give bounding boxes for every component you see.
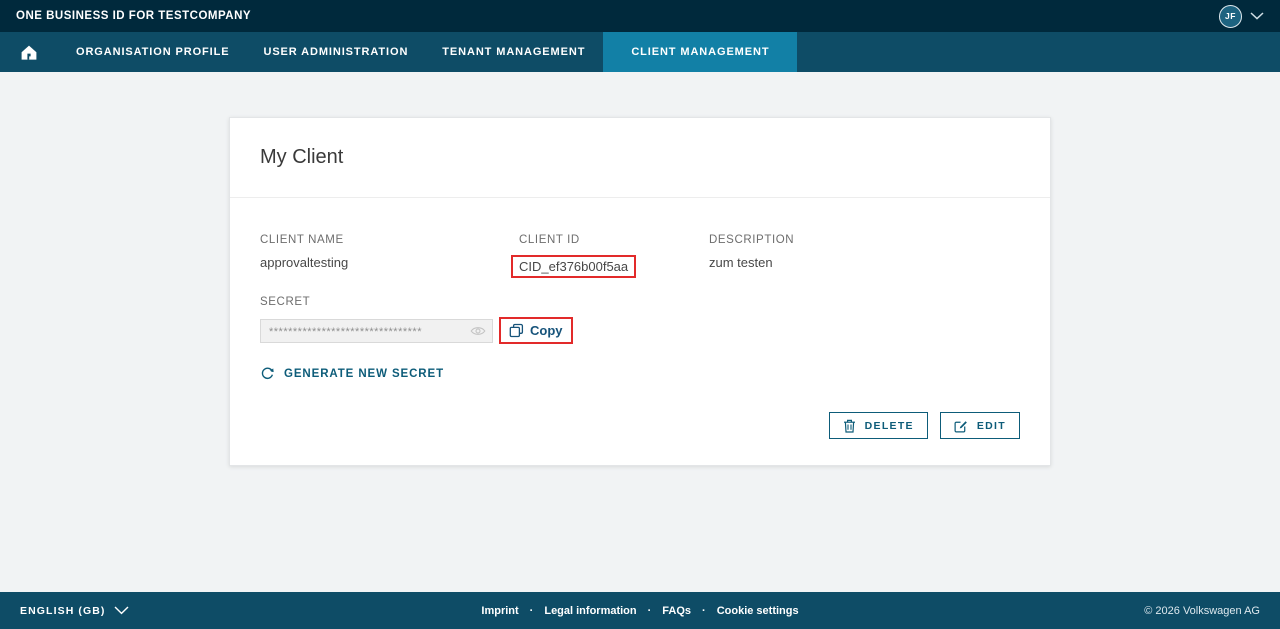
field-secret: SECRET: [260, 296, 1020, 344]
page-title: My Client: [260, 146, 343, 169]
field-client-id: CLIENT ID CID_ef376b00f5aa: [519, 234, 709, 278]
nav-item-client-management[interactable]: CLIENT MANAGEMENT: [603, 32, 797, 72]
delete-button-label: DELETE: [865, 420, 914, 432]
secret-input[interactable]: [260, 319, 493, 343]
refresh-icon: [260, 366, 275, 381]
edit-button[interactable]: EDIT: [940, 412, 1020, 439]
client-id-value: CID_ef376b00f5aa: [519, 259, 628, 274]
trash-icon: [843, 419, 856, 433]
chevron-down-icon: [114, 606, 129, 615]
edit-button-label: EDIT: [977, 420, 1006, 432]
language-label: ENGLISH (GB): [20, 605, 106, 617]
description-value: zum testen: [709, 255, 1020, 270]
footer: ENGLISH (GB) Imprint · Legal information…: [0, 592, 1280, 629]
eye-icon[interactable]: [470, 325, 486, 337]
card-header: My Client: [230, 118, 1050, 198]
footer-link-imprint[interactable]: Imprint: [481, 605, 518, 617]
field-client-name: CLIENT NAME approvaltesting: [260, 234, 519, 278]
chevron-down-icon[interactable]: [1250, 12, 1264, 20]
avatar-initials: JF: [1225, 11, 1236, 21]
footer-links: Imprint · Legal information · FAQs · Coo…: [481, 605, 798, 617]
footer-link-legal-information[interactable]: Legal information: [544, 605, 636, 617]
generate-new-secret-label: GENERATE NEW SECRET: [284, 368, 444, 380]
topbar: ONE BUSINESS ID FOR TESTCOMPANY JF: [0, 0, 1280, 32]
copy-button[interactable]: Copy: [504, 321, 568, 340]
separator: ·: [530, 605, 534, 617]
avatar[interactable]: JF: [1219, 5, 1242, 28]
language-selector[interactable]: ENGLISH (GB): [20, 605, 129, 617]
copy-icon: [509, 323, 524, 338]
separator: ·: [702, 605, 706, 617]
annotation-highlight-copy: Copy: [499, 317, 573, 344]
card-actions: DELETE EDIT: [260, 412, 1020, 439]
nav-item-organisation-profile[interactable]: ORGANISATION PROFILE: [60, 32, 245, 72]
annotation-highlight-client-id: CID_ef376b00f5aa: [511, 255, 636, 278]
card-body: CLIENT NAME approvaltesting CLIENT ID CI…: [230, 198, 1050, 465]
home-icon: [20, 44, 38, 61]
separator: ·: [648, 605, 652, 617]
field-description: DESCRIPTION zum testen: [709, 234, 1020, 278]
generate-new-secret-link[interactable]: GENERATE NEW SECRET: [260, 366, 444, 381]
delete-button[interactable]: DELETE: [829, 412, 928, 439]
user-menu[interactable]: JF: [1219, 5, 1264, 28]
main-nav: ORGANISATION PROFILE USER ADMINISTRATION…: [0, 32, 1280, 72]
nav-item-user-administration[interactable]: USER ADMINISTRATION: [247, 32, 424, 72]
nav-item-tenant-management[interactable]: TENANT MANAGEMENT: [426, 32, 601, 72]
client-fields-row: CLIENT NAME approvaltesting CLIENT ID CI…: [260, 234, 1020, 278]
footer-link-faqs[interactable]: FAQs: [662, 605, 691, 617]
footer-link-cookie-settings[interactable]: Cookie settings: [717, 605, 799, 617]
edit-icon: [954, 419, 968, 433]
description-label: DESCRIPTION: [709, 234, 1020, 246]
copyright: © 2026 Volkswagen AG: [1144, 605, 1260, 617]
my-client-card: My Client CLIENT NAME approvaltesting CL…: [229, 117, 1051, 466]
app-title: ONE BUSINESS ID FOR TESTCOMPANY: [16, 10, 251, 22]
nav-home[interactable]: [0, 32, 58, 72]
secret-label: SECRET: [260, 296, 1020, 308]
copy-button-label: Copy: [530, 323, 563, 338]
client-id-label: CLIENT ID: [519, 234, 709, 246]
client-name-label: CLIENT NAME: [260, 234, 519, 246]
client-name-value: approvaltesting: [260, 255, 519, 270]
main-content: My Client CLIENT NAME approvaltesting CL…: [0, 117, 1280, 592]
